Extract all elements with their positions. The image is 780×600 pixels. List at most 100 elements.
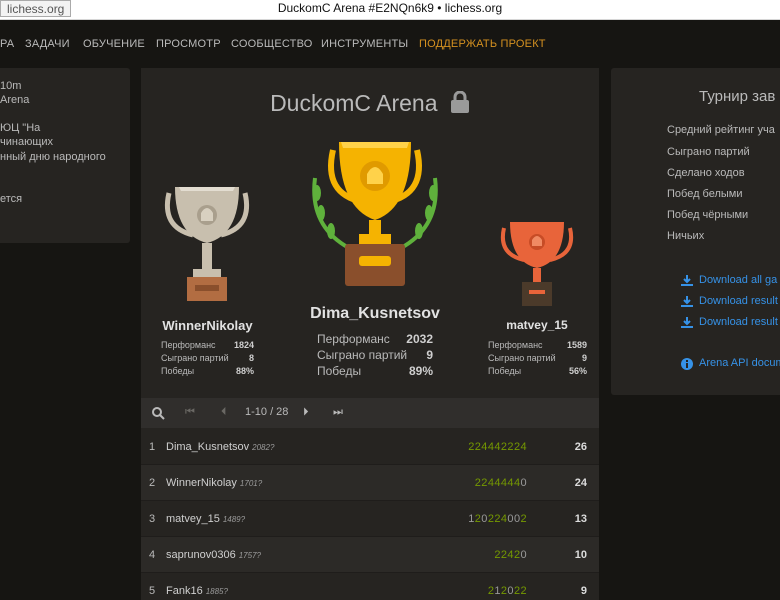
total-score: 24: [574, 477, 587, 489]
game-result[interactable]: 0: [520, 549, 527, 561]
link-text: Arena API docum: [699, 357, 780, 369]
stat-label: Побед белыми: [667, 188, 743, 200]
stat-value: 8: [248, 353, 254, 363]
stat-label: Победы: [317, 364, 362, 378]
link-text: Download all ga: [699, 274, 778, 286]
rank: 4: [149, 549, 156, 561]
window-title-bar: lichess.org DuckomC Arena #E2NQn6k9 • li…: [0, 0, 780, 20]
lock-icon: [450, 91, 469, 113]
game-result[interactable]: 0: [520, 477, 527, 489]
table-row[interactable]: 2 WinnerNikolay 1701? 22444440 24: [141, 465, 599, 501]
rank: 5: [149, 585, 156, 597]
score-sheet: 120224002: [468, 513, 527, 525]
stat-label: Победы: [488, 366, 522, 376]
link-text: Download result: [699, 316, 778, 328]
nav-item-donate[interactable]: ПОДДЕРЖАТЬ ПРОЕКТ: [419, 38, 546, 50]
download-all-games-link[interactable]: Download all ga: [681, 274, 777, 286]
stat-label: Ничьих: [667, 230, 705, 242]
score-sheet: 22420: [494, 549, 527, 561]
player-name-text: Fank16: [166, 585, 203, 597]
search-icon[interactable]: [152, 407, 165, 420]
stat-label: Сыграно партий: [161, 353, 229, 363]
first-place-name[interactable]: Dima_Kusnetsov: [301, 305, 449, 323]
stat-value: 2032: [406, 332, 433, 346]
nav-item-puzzles[interactable]: ЗАДАЧИ: [25, 38, 70, 50]
player-rating: 1885?: [205, 587, 228, 596]
first-page-icon[interactable]: ⏮: [185, 406, 195, 419]
score-sheet: 22444440: [475, 477, 527, 489]
stat-value: 56%: [568, 366, 587, 376]
standings-pager: ⏮ ⏴ 1-10 / 28 ⏵ ⏭: [141, 398, 599, 428]
download-results-link[interactable]: Download result: [681, 316, 778, 328]
player-rating: 2082?: [252, 443, 275, 452]
player-rating: 1757?: [238, 551, 261, 560]
second-place-name[interactable]: WinnerNikolay: [151, 318, 264, 333]
panel-title: Турнир зав: [699, 88, 776, 105]
game-result[interactable]: 2: [520, 585, 527, 597]
second-place-stats: Перформанс 1824 Сыграно партий 8 Победы 88%: [161, 340, 254, 379]
third-place-name[interactable]: matvey_15: [487, 318, 587, 332]
page-range: 1-10 / 28: [245, 406, 289, 418]
nav-item-learn[interactable]: ОБУЧЕНИЕ: [83, 38, 145, 50]
game-result[interactable]: 2: [520, 513, 527, 525]
score-sheet: 212022: [488, 585, 527, 597]
nav-item-play[interactable]: РА: [0, 38, 14, 50]
stat-label: Сделано ходов: [667, 167, 745, 179]
total-score: 26: [574, 441, 587, 453]
info-line: нный дню народного: [0, 151, 106, 163]
table-row[interactable]: 5 Fank16 1885? 212022 9: [141, 573, 599, 600]
score-sheet: 224442224: [468, 441, 527, 453]
rank: 2: [149, 477, 156, 489]
player-name[interactable]: saprunov0306 1757?: [166, 549, 261, 561]
previous-page-icon[interactable]: ⏴: [221, 406, 227, 419]
gold-trophy-icon: [312, 142, 438, 286]
player-name[interactable]: Fank16 1885?: [166, 585, 228, 597]
nav-item-watch[interactable]: ПРОСМОТР: [156, 38, 221, 50]
stat-value: 9: [426, 348, 433, 362]
table-row[interactable]: 1 Dima_Kusnetsov 2082? 224442224 26: [141, 429, 599, 465]
game-result[interactable]: 4: [520, 441, 527, 453]
stat-label: Побед чёрными: [667, 209, 749, 221]
info-line: 10m: [0, 80, 22, 92]
tournament-title-text: DuckomC Arena: [270, 90, 438, 116]
download-results-link[interactable]: Download result: [681, 295, 778, 307]
info-line: чинающих: [0, 136, 54, 148]
player-name[interactable]: WinnerNikolay 1701?: [166, 477, 262, 489]
stat-value: 89%: [408, 364, 433, 378]
rank: 1: [149, 441, 156, 453]
tournament-title: DuckomC Arena: [141, 90, 599, 117]
total-score: 9: [580, 585, 587, 597]
player-name-text: WinnerNikolay: [166, 477, 237, 489]
stat-label: Победы: [161, 366, 195, 376]
last-page-icon[interactable]: ⏭: [333, 406, 343, 419]
stat-label: Средний рейтинг уча: [667, 124, 775, 136]
player-name-text: saprunov0306: [166, 549, 236, 561]
window-title: DuckomC Arena #E2NQn6k9 • lichess.org: [277, 1, 503, 15]
total-score: 10: [574, 549, 587, 561]
stat-value: 1824: [233, 340, 254, 350]
link-text: Download result: [699, 295, 778, 307]
nav-item-tools[interactable]: ИНСТРУМЕНТЫ: [321, 38, 408, 50]
top-navigation: РА ЗАДАЧИ ОБУЧЕНИЕ ПРОСМОТР СООБЩЕСТВО И…: [0, 20, 780, 68]
stat-value: 1589: [566, 340, 587, 350]
next-page-icon[interactable]: ⏵: [303, 406, 309, 419]
stat-label: Сыграно партий: [317, 348, 408, 362]
player-name-text: matvey_15: [166, 513, 220, 525]
player-name-text: Dima_Kusnetsov: [166, 441, 250, 453]
stat-label: Перформанс: [161, 340, 216, 350]
stat-value: 88%: [235, 366, 254, 376]
podium: DuckomC Arena WinnerNikolay Dima_Kusnets…: [141, 68, 599, 398]
arena-api-docs-link[interactable]: Arena API docum: [681, 357, 780, 369]
player-name[interactable]: Dima_Kusnetsov 2082?: [166, 441, 274, 453]
standings-table: 1 Dima_Kusnetsov 2082? 224442224 26 2 Win…: [141, 429, 599, 600]
nav-item-community[interactable]: СООБЩЕСТВО: [231, 38, 313, 50]
tournament-info-panel: 10m Arena ЮЦ "На чинающих нный дню народ…: [0, 68, 130, 243]
first-place-stats: Перформанс 2032 Сыграно партий 9 Победы 89%: [317, 332, 433, 380]
info-line: ЮЦ "На: [0, 122, 41, 134]
table-row[interactable]: 3 matvey_15 1489? 120224002 13: [141, 501, 599, 537]
info-line: Arena: [0, 94, 30, 106]
stat-label: Сыграно партий: [488, 353, 556, 363]
table-row[interactable]: 4 saprunov0306 1757? 22420 10: [141, 537, 599, 573]
player-name[interactable]: matvey_15 1489?: [166, 513, 245, 525]
bronze-trophy-icon: [501, 222, 573, 306]
